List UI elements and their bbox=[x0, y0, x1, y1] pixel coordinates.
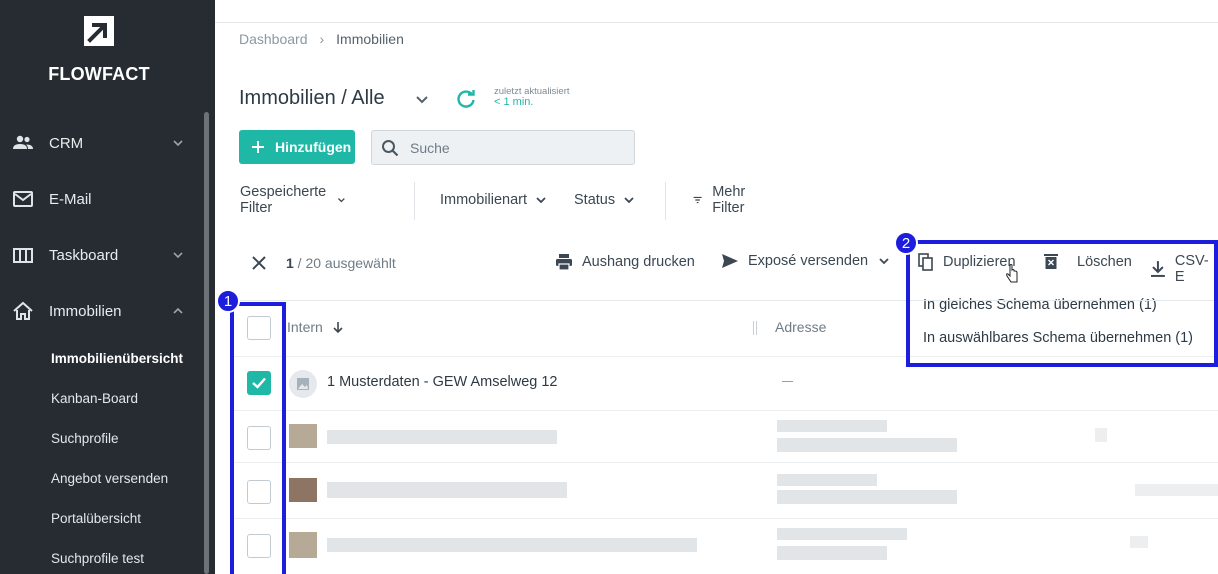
search-input[interactable] bbox=[410, 137, 625, 159]
add-button-label: Hinzufügen bbox=[275, 139, 352, 155]
sort-arrow-down-icon bbox=[333, 321, 343, 333]
mail-icon bbox=[13, 191, 33, 207]
blurred-row-text bbox=[777, 420, 887, 432]
sidebar-item-label: E-Mail bbox=[49, 191, 92, 208]
blurred-row-text bbox=[327, 482, 567, 498]
search-icon bbox=[382, 140, 399, 157]
blurred-row-text bbox=[777, 474, 877, 486]
column-header-adresse[interactable]: Adresse bbox=[775, 319, 826, 335]
blurred-row-text bbox=[1130, 536, 1148, 548]
topbar-divider bbox=[215, 22, 1218, 23]
sidebar-item-taskboard[interactable]: Taskboard bbox=[0, 235, 200, 275]
blurred-row-text bbox=[327, 538, 697, 552]
blurred-thumbnail bbox=[289, 424, 317, 448]
page-title: Immobilien / Alle bbox=[239, 87, 385, 109]
blurred-thumbnail bbox=[289, 478, 317, 502]
board-icon bbox=[13, 248, 33, 263]
send-expose-button[interactable]: Exposé versenden bbox=[721, 253, 899, 269]
table-row-address-empty bbox=[782, 381, 793, 382]
sidebar: FLOWFACT CRM E-Mail Taskboard Immobilien bbox=[0, 0, 215, 574]
annotation-badge-2: 2 bbox=[894, 231, 918, 255]
selection-count-text: / 20 ausgewählt bbox=[293, 255, 396, 271]
brand-logo[interactable]: FLOWFACT bbox=[0, 0, 200, 100]
more-filters-label: Mehr Filter bbox=[712, 184, 746, 216]
brand-name: FLOWFACT bbox=[48, 64, 150, 84]
image-placeholder-icon bbox=[297, 378, 309, 390]
chevron-down-icon bbox=[173, 140, 183, 147]
home-icon bbox=[13, 301, 33, 320]
sidebar-item-label: CRM bbox=[49, 135, 84, 152]
sidebar-subitem-kanban-board[interactable]: Kanban-Board bbox=[51, 391, 138, 406]
blurred-row-text bbox=[777, 438, 957, 452]
chevron-down-icon bbox=[536, 197, 546, 204]
table-row-title[interactable]: 1 Musterdaten - GEW Amselweg 12 bbox=[327, 374, 558, 390]
property-thumbnail bbox=[289, 370, 317, 398]
sidebar-item-email[interactable]: E-Mail bbox=[0, 179, 200, 219]
close-icon[interactable] bbox=[251, 255, 267, 271]
column-header-label: Intern bbox=[287, 319, 323, 335]
row-divider bbox=[230, 518, 1218, 519]
sidebar-item-label: Taskboard bbox=[49, 247, 119, 264]
selection-count: 1 / 20 ausgewählt bbox=[286, 255, 396, 271]
annotation-box-checkboxes bbox=[230, 302, 286, 574]
print-notice-label: Aushang drucken bbox=[582, 254, 695, 270]
saved-filters-dropdown[interactable]: Gespeicherte Filter bbox=[240, 182, 346, 218]
sidebar-subitem-portaluebersicht[interactable]: Portalübersicht bbox=[51, 511, 141, 526]
sidebar-item-crm[interactable]: CRM bbox=[0, 123, 200, 163]
last-updated: zuletzt aktualisiert < 1 min. bbox=[494, 86, 570, 108]
chevron-down-icon bbox=[338, 198, 346, 203]
status-label: Status bbox=[574, 192, 616, 208]
people-icon bbox=[13, 135, 33, 149]
column-header-intern[interactable]: Intern bbox=[287, 319, 344, 335]
blurred-row-text bbox=[1095, 428, 1107, 442]
breadcrumb-separator: › bbox=[319, 31, 325, 47]
property-type-label: Immobilienart bbox=[440, 192, 528, 208]
property-type-dropdown[interactable]: Immobilienart bbox=[440, 182, 547, 218]
chevron-down-icon bbox=[173, 252, 183, 259]
filter-divider bbox=[414, 182, 415, 220]
blurred-row-text bbox=[327, 430, 557, 444]
sidebar-subitem-suchprofile-test[interactable]: Suchprofile test bbox=[51, 551, 144, 566]
add-button[interactable]: Hinzufügen bbox=[239, 130, 355, 164]
last-updated-value: < 1 min. bbox=[494, 96, 534, 108]
selection-count-value: 1 bbox=[286, 255, 294, 271]
more-filters-button[interactable]: Mehr Filter bbox=[693, 182, 752, 218]
blurred-row-text bbox=[777, 546, 887, 560]
chevron-down-icon bbox=[879, 258, 889, 265]
row-divider bbox=[230, 462, 1218, 463]
annotation-box-duplicate-menu bbox=[906, 240, 1218, 367]
blurred-row-text bbox=[777, 490, 957, 504]
sidebar-subitem-immobilienuebersicht[interactable]: Immobilienübersicht bbox=[51, 351, 183, 366]
breadcrumb-dashboard[interactable]: Dashboard bbox=[239, 31, 308, 47]
printer-icon bbox=[556, 254, 572, 271]
print-notice-button[interactable]: Aushang drucken bbox=[555, 253, 695, 271]
status-dropdown[interactable]: Status bbox=[574, 182, 635, 218]
sidebar-scrollbar[interactable] bbox=[204, 112, 209, 574]
refresh-icon[interactable] bbox=[455, 88, 477, 110]
chevron-down-icon bbox=[624, 197, 634, 204]
column-header-label: Adresse bbox=[775, 319, 827, 335]
blurred-row-text bbox=[1135, 484, 1218, 496]
row-divider bbox=[230, 410, 1218, 411]
view-chevron-down-icon[interactable] bbox=[414, 91, 430, 107]
chevron-up-icon bbox=[173, 307, 183, 314]
sidebar-item-immobilien[interactable]: Immobilien bbox=[0, 291, 200, 331]
column-resize-handle[interactable] bbox=[753, 321, 757, 335]
breadcrumb-current: Immobilien bbox=[336, 31, 404, 47]
flowfact-logo-icon bbox=[84, 16, 114, 46]
blurred-thumbnail bbox=[289, 532, 317, 558]
breadcrumb: Dashboard › Immobilien bbox=[239, 31, 404, 47]
search-box bbox=[371, 130, 635, 165]
send-expose-label: Exposé versenden bbox=[748, 253, 869, 269]
sidebar-subitem-suchprofile[interactable]: Suchprofile bbox=[51, 431, 119, 446]
filter-lines-icon bbox=[693, 196, 702, 204]
annotation-badge-1: 1 bbox=[216, 289, 240, 313]
sidebar-item-label: Immobilien bbox=[49, 303, 122, 320]
send-icon bbox=[722, 254, 738, 268]
sidebar-subitem-angebot-versenden[interactable]: Angebot versenden bbox=[51, 471, 168, 486]
filter-divider bbox=[665, 182, 666, 220]
saved-filters-label: Gespeicherte Filter bbox=[240, 184, 327, 216]
blurred-row-text bbox=[777, 528, 907, 540]
plus-icon bbox=[252, 141, 264, 153]
